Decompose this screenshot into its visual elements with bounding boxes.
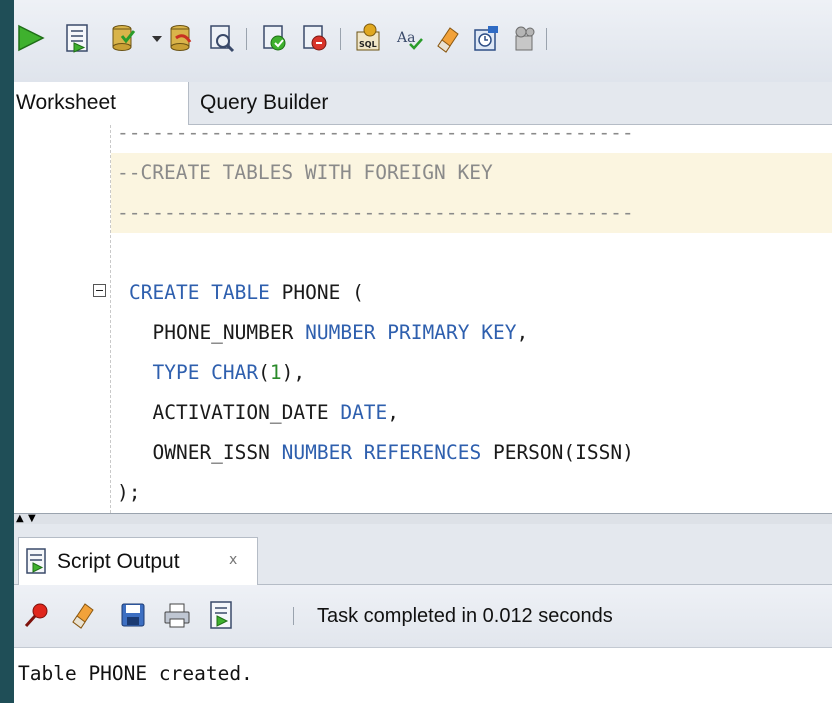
script-output-label: Script Output bbox=[57, 550, 180, 573]
code-line: OWNER_ISSN NUMBER REFERENCES PERSON(ISSN… bbox=[129, 441, 634, 464]
commit-icon[interactable] bbox=[108, 22, 138, 54]
sql-tuning-icon[interactable] bbox=[300, 22, 330, 54]
output-toolbar: Task completed in 0.012 seconds bbox=[14, 585, 832, 648]
worksheet-toolbar: SQL Aa bbox=[14, 0, 832, 83]
task-status-text: Task completed in 0.012 seconds bbox=[317, 605, 613, 627]
dropdown-arrow-icon[interactable] bbox=[142, 22, 162, 54]
format-icon[interactable]: Aa bbox=[396, 22, 426, 54]
expand-up-icon[interactable]: ▲ bbox=[16, 514, 24, 524]
explain-plan-icon[interactable] bbox=[206, 22, 236, 54]
toolbar-separator bbox=[340, 28, 341, 50]
unshared-worksheet-icon[interactable] bbox=[510, 22, 540, 54]
code-line: ----------------------------------------… bbox=[117, 201, 634, 224]
print-icon[interactable] bbox=[162, 600, 192, 630]
autotrace-icon[interactable] bbox=[260, 22, 290, 54]
code-line: ); bbox=[117, 481, 141, 504]
rollback-icon[interactable] bbox=[166, 22, 196, 54]
script-output-icon bbox=[25, 548, 49, 574]
clear-icon[interactable] bbox=[68, 600, 98, 630]
line-gutter bbox=[14, 125, 111, 513]
code-line: --CREATE TABLES WITH FOREIGN KEY bbox=[117, 161, 493, 184]
fold-collapse-icon[interactable] bbox=[93, 284, 106, 297]
toolbar-separator bbox=[293, 607, 294, 625]
code-line: TYPE CHAR(1), bbox=[152, 361, 306, 384]
code-line: CREATE TABLE PHONE ( bbox=[129, 281, 364, 304]
svg-text:SQL: SQL bbox=[359, 40, 377, 49]
sql-monitor-icon[interactable] bbox=[472, 22, 502, 54]
svg-text:Aa: Aa bbox=[396, 30, 415, 46]
collapse-down-icon[interactable]: ▼ bbox=[28, 514, 36, 524]
script-output-area[interactable]: Table PHONE created. bbox=[14, 648, 832, 703]
toolbar-separator bbox=[546, 28, 547, 50]
sql-developer-window: SQL Aa Worksheet Query Builder ---------… bbox=[14, 0, 832, 703]
output-tabs: Script Output x bbox=[14, 524, 832, 585]
save-icon[interactable] bbox=[118, 600, 148, 630]
code-line: ACTIVATION_DATE DATE, bbox=[129, 401, 400, 424]
output-line: Table PHONE created. bbox=[18, 662, 253, 685]
sql-history-icon[interactable]: SQL bbox=[354, 22, 384, 54]
clear-icon[interactable] bbox=[432, 22, 462, 54]
code-line: PHONE_NUMBER NUMBER PRIMARY KEY, bbox=[129, 321, 529, 344]
run-statement-icon[interactable] bbox=[16, 22, 46, 54]
sql-editor[interactable]: ----------------------------------------… bbox=[14, 121, 832, 513]
pin-icon[interactable] bbox=[22, 600, 52, 630]
close-tab-button[interactable]: x bbox=[229, 538, 237, 582]
open-file-icon[interactable] bbox=[206, 600, 236, 630]
toolbar-separator bbox=[246, 28, 247, 50]
code-line: ----------------------------------------… bbox=[117, 121, 634, 144]
run-script-icon[interactable] bbox=[62, 22, 92, 54]
tab-script-output[interactable]: Script Output x bbox=[18, 537, 258, 585]
